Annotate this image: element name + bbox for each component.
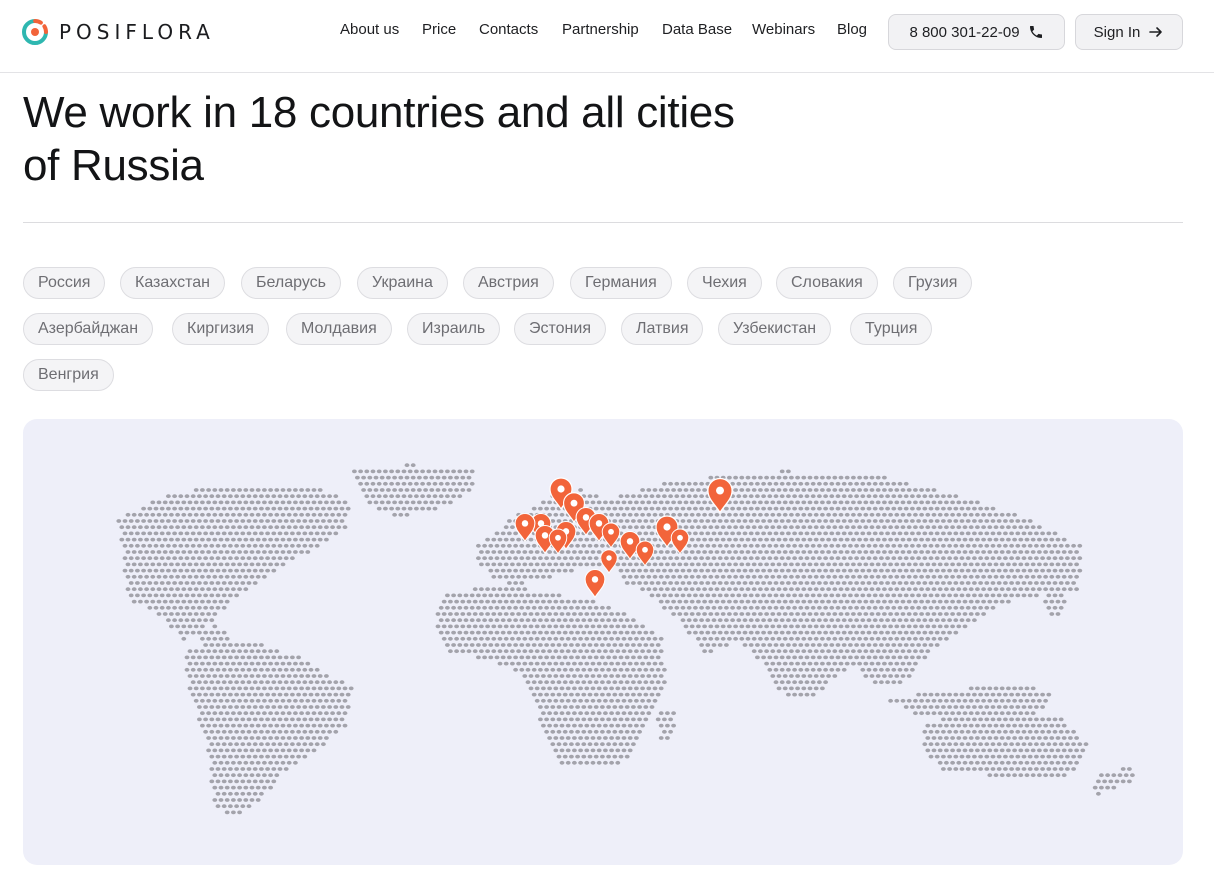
country-chip-slovakia[interactable]: Словакия [776,267,878,299]
title-line-2: of Russia [23,141,204,190]
logo-text: POSIFLORA [59,20,215,44]
country-chip-turkey[interactable]: Турция [850,313,933,345]
map-pin-icon [707,477,733,514]
nav-contacts[interactable]: Contacts [479,21,538,38]
sign-in-label: Sign In [1093,23,1141,41]
country-chip-kyrgyzstan[interactable]: Киргизия [172,313,269,345]
country-chip-latvia[interactable]: Латвия [621,313,704,345]
country-chip-georgia[interactable]: Грузия [893,267,973,299]
nav-about-us[interactable]: About us [340,21,399,38]
nav-partnership[interactable]: Partnership [562,21,639,38]
country-chip-kazakhstan[interactable]: Казахстан [120,267,225,299]
map-pin-icon [635,540,655,567]
country-chip-germany[interactable]: Германия [570,267,672,299]
country-chip-azerbaijan[interactable]: Азербайджан [23,313,154,345]
country-chip-czechia[interactable]: Чехия [687,267,762,299]
arrow-right-icon [1149,27,1163,37]
nav-blog[interactable]: Blog [837,21,867,38]
map-pin-icon [548,528,568,555]
phone-number: 8 800 301-22-09 [909,23,1020,41]
map-pin-icon [670,528,690,555]
country-chip-austria[interactable]: Австрия [463,267,554,299]
world-map [23,419,1183,865]
page-title: We work in 18 countries and all cities o… [23,86,843,192]
map-pin-icon [600,549,618,574]
country-chip-estonia[interactable]: Эстония [514,313,606,345]
nav-data-base[interactable]: Data Base [662,21,732,38]
country-chip-moldova[interactable]: Молдавия [286,313,392,345]
country-chip-hungary[interactable]: Венгрия [23,359,114,391]
nav-price[interactable]: Price [422,21,456,38]
country-chip-uzbekistan[interactable]: Узбекистан [718,313,832,345]
sign-in-button[interactable]: Sign In [1075,14,1183,50]
map-pin-icon [601,522,621,549]
country-chip-israel[interactable]: Израиль [407,313,501,345]
world-map-dots [116,463,1135,815]
phone-icon [1029,26,1042,38]
map-dots-layer [116,463,1135,815]
map-pin-icon [514,512,536,543]
divider [23,222,1183,223]
site-header: POSIFLORA About us Price Contacts Partne… [0,0,1214,73]
logo[interactable]: POSIFLORA [22,18,215,46]
phone-button[interactable]: 8 800 301-22-09 [888,14,1065,50]
country-chip-ukraine[interactable]: Украина [357,267,448,299]
country-chip-russia[interactable]: Россия [23,267,106,299]
logo-icon [22,19,48,45]
country-chip-belarus[interactable]: Беларусь [241,267,341,299]
nav-webinars[interactable]: Webinars [752,21,815,38]
map-pin-icon [584,568,606,599]
title-line-1: We work in 18 countries and all cities [23,88,735,137]
